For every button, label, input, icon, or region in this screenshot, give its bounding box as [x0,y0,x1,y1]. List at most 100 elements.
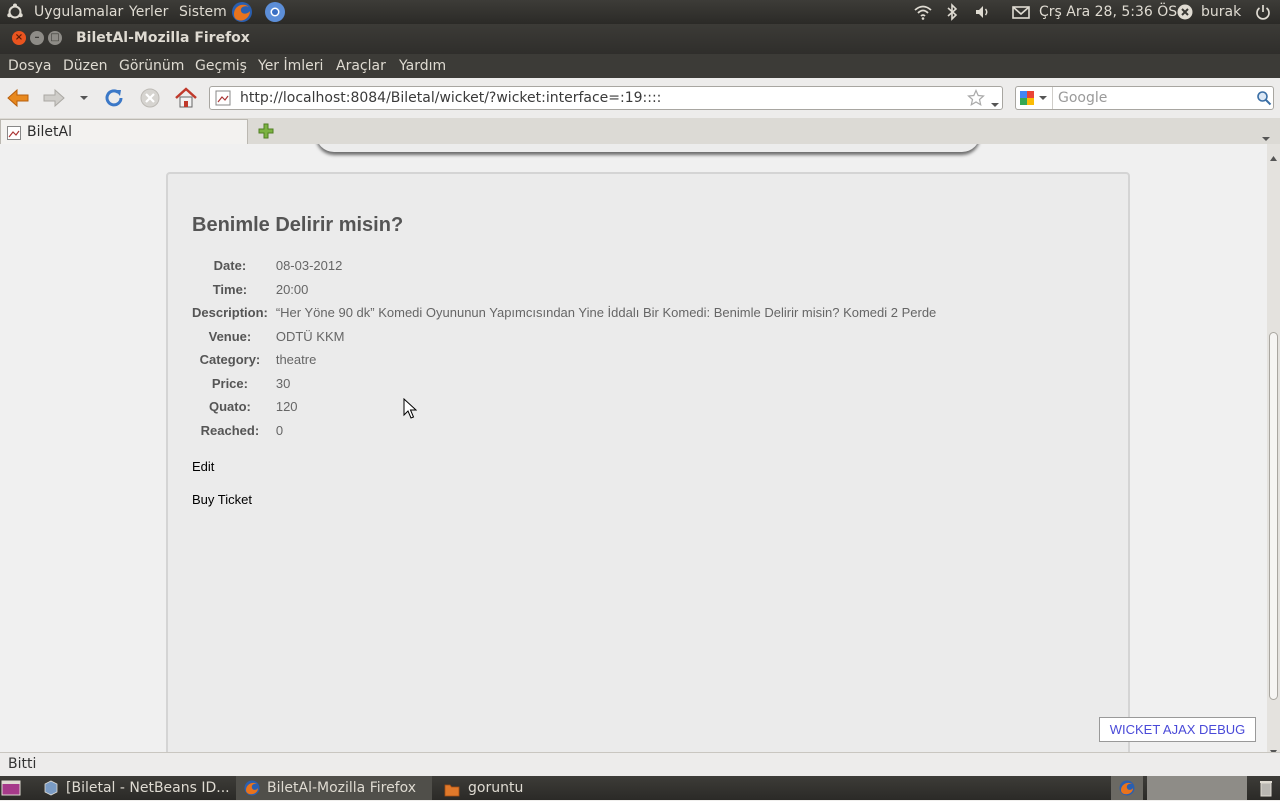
volume-icon[interactable] [974,3,992,26]
detail-value: ODTÜ KKM [275,328,345,344]
edit-link[interactable]: Edit [192,459,214,474]
user-status-icon[interactable] [1177,4,1193,25]
scrollbar-thumb[interactable] [1269,332,1278,700]
history-dropdown-icon[interactable] [78,84,90,112]
ubuntu-logo-icon[interactable] [6,3,24,26]
menu-tools[interactable]: Araçlar [336,57,386,75]
new-tab-plus-icon[interactable] [257,122,275,144]
detail-row-description: Description: “Her Yöne 90 dk” Komedi Oyun… [192,301,936,325]
detail-row-time: Time: 20:00 [192,278,936,302]
detail-value: 0 [275,422,284,438]
tab-label: BiletAl [27,124,72,140]
search-bar[interactable]: Google [1015,86,1274,110]
mail-icon[interactable] [1011,3,1031,26]
user-name[interactable]: burak [1201,3,1241,21]
detail-row-price: Price: 30 [192,372,936,396]
url-bar[interactable]: http://localhost:8084/Biletal/wicket/?wi… [209,86,1003,110]
detail-row-venue: Venue: ODTÜ KKM [192,325,936,349]
back-arrow-icon[interactable] [5,84,31,112]
taskbar-item-label: [Biletal - NetBeans ID... [66,780,230,796]
page-header-shadow [316,144,980,152]
url-text[interactable]: http://localhost:8084/Biletal/wicket/?wi… [240,90,661,106]
detail-label: Quato: [208,399,251,415]
status-bar: Bitti [0,752,1280,777]
detail-value: 20:00 [275,281,309,297]
workspace-switcher[interactable] [1111,776,1143,800]
buy-ticket-link[interactable]: Buy Ticket [192,492,252,507]
minimize-window-button[interactable]: – [30,31,44,45]
detail-label: Date: [213,258,247,274]
taskbar-item-firefox[interactable]: BiletAl-Mozilla Firefox [236,776,432,800]
menu-edit[interactable]: Düzen [63,57,108,75]
site-identity-icon[interactable] [215,90,231,110]
taskbar-item-label: BiletAl-Mozilla Firefox [267,780,417,796]
stop-icon[interactable] [137,84,163,112]
bottom-panel: [Biletal - NetBeans ID... BiletAl-Mozill… [0,776,1280,800]
tab-biletal[interactable]: BiletAl [0,119,248,144]
system-menu[interactable]: Sistem [179,3,227,21]
reload-icon[interactable] [101,84,127,112]
mouse-pointer-icon [403,397,418,424]
bookmark-star-icon[interactable] [967,89,985,111]
detail-row-reached: Reached: 0 [192,419,936,443]
forward-arrow-icon[interactable] [41,84,67,112]
trash-icon[interactable] [1257,779,1275,801]
detail-label: Reached: [200,422,260,438]
applications-menu[interactable]: Uygulamalar [34,3,123,21]
search-magnifier-icon[interactable] [1256,90,1272,110]
taskbar-item-goruntu[interactable]: goruntu [438,776,618,800]
menu-history[interactable]: Geçmiş [195,57,247,75]
window-title: BiletAl-Mozilla Firefox [76,30,250,46]
clock[interactable]: Çrş Ara 28, 5:36 ÖS [1039,3,1177,21]
places-menu[interactable]: Yerler [129,3,168,21]
tab-favicon-icon [7,125,21,144]
detail-value: 120 [275,399,298,415]
event-details-table: Date: 08-03-2012 Time: 20:00 Description: “… [192,254,936,442]
detail-label: Description: [192,305,268,321]
taskbar-item-netbeans[interactable]: [Biletal - NetBeans ID... [38,776,230,800]
detail-label: Category: [199,352,261,368]
menu-bookmarks[interactable]: Yer İmleri [258,57,323,75]
event-title: Benimle Delirir misin? [192,214,404,236]
detail-label: Venue: [208,328,252,344]
detail-row-quota: Quato: 120 [192,395,936,419]
menu-bar: Dosya Düzen Görünüm Geçmiş Yer İmleri Ar… [0,54,1280,78]
wicket-ajax-debug-link[interactable]: WICKET AJAX DEBUG [1099,717,1256,742]
workspace-switcher-spaces[interactable] [1147,776,1247,800]
event-detail-panel: Benimle Delirir misin? Date: 08-03-2012 T… [166,172,1130,752]
vertical-scrollbar[interactable] [1267,144,1280,755]
detail-label: Time: [212,281,248,297]
bluetooth-icon[interactable] [945,3,959,26]
power-icon[interactable] [1255,3,1271,26]
wifi-icon[interactable] [913,3,933,26]
detail-label: Price: [211,375,248,391]
navigation-toolbar: http://localhost:8084/Biletal/wicket/?wi… [0,78,1280,119]
maximize-window-button[interactable]: □ [48,31,62,45]
detail-row-category: Category: theatre [192,348,936,372]
firefox-icon [244,780,260,800]
top-panel: Uygulamalar Yerler Sistem Çrş Ara 28, 5:… [0,0,1280,24]
status-text: Bitti [8,756,37,772]
detail-row-date: Date: 08-03-2012 [192,254,936,278]
tab-strip: BiletAl [0,118,1280,145]
detail-value: 08-03-2012 [275,258,343,274]
detail-value: theatre [275,352,317,368]
taskbar-item-label: goruntu [468,780,524,796]
detail-value: “Her Yöne 90 dk” Komedi Oyununun Yapımcı… [275,305,937,321]
close-window-button[interactable]: × [12,31,26,45]
url-history-dropdown-icon[interactable] [990,94,1000,113]
menu-view[interactable]: Görünüm [119,57,184,75]
netbeans-icon [44,780,58,800]
menu-help[interactable]: Yardım [399,57,446,75]
page-viewport: Benimle Delirir misin? Date: 08-03-2012 T… [0,144,1267,752]
show-desktop-icon[interactable] [0,779,22,801]
home-icon[interactable] [172,84,200,112]
detail-value: 30 [275,375,291,391]
search-engine-google-icon[interactable] [1019,90,1049,110]
scroll-up-arrow-icon[interactable] [1269,147,1278,166]
search-divider [1052,87,1053,109]
folder-icon [444,781,460,800]
menu-file[interactable]: Dosya [8,57,52,75]
window-titlebar[interactable]: × – □ BiletAl-Mozilla Firefox [0,24,1280,54]
search-input[interactable]: Google [1058,90,1107,106]
